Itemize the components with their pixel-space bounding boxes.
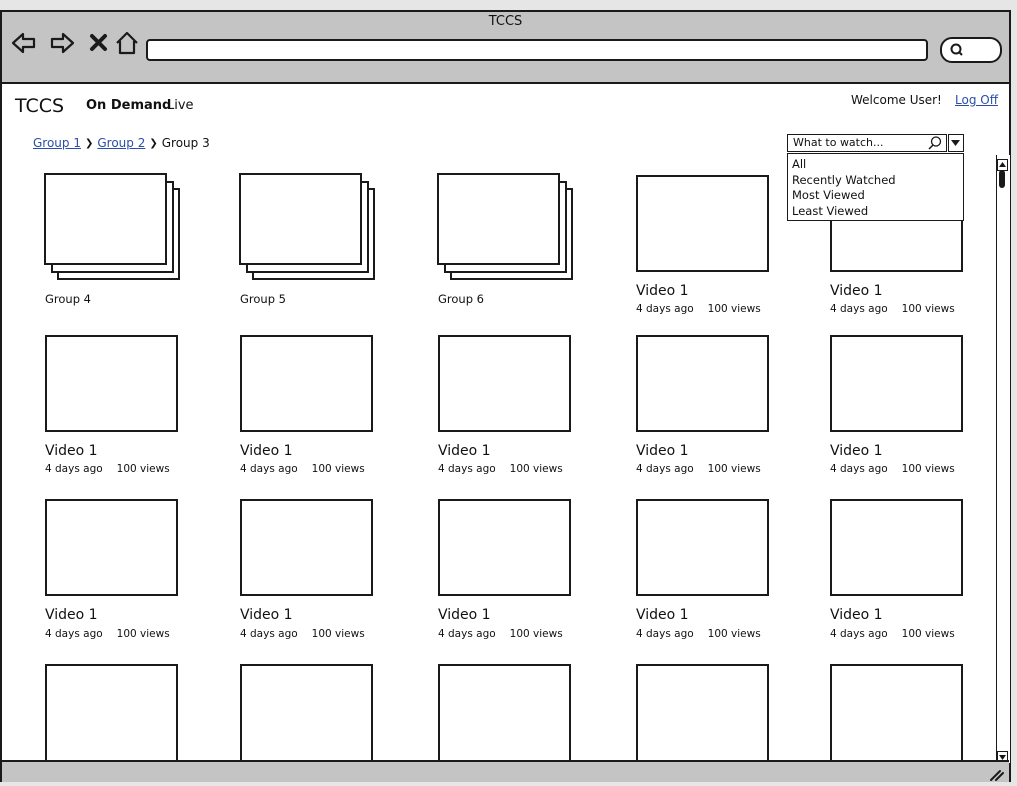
video-meta: 4 days ago 100 views <box>636 303 761 315</box>
back-icon[interactable] <box>11 30 37 56</box>
video-title[interactable]: Video 1 <box>636 443 689 459</box>
video-meta: 4 days ago 100 views <box>830 303 955 315</box>
video-meta: 4 days ago 100 views <box>240 628 365 640</box>
video-thumbnail[interactable] <box>636 664 769 764</box>
video-thumbnail[interactable] <box>45 335 178 432</box>
video-title[interactable]: Video 1 <box>45 607 98 623</box>
search-icon <box>928 136 942 150</box>
resize-grip-icon[interactable] <box>988 766 1004 781</box>
video-thumbnail[interactable] <box>240 664 373 764</box>
search-input[interactable]: What to watch... <box>787 134 947 152</box>
video-thumbnail[interactable] <box>636 335 769 432</box>
video-thumbnail[interactable] <box>240 499 373 596</box>
breadcrumb-current: Group 3 <box>161 136 210 150</box>
chevron-right-icon: ❯ <box>149 137 158 149</box>
scroll-thumb[interactable] <box>999 170 1005 188</box>
group-tile[interactable] <box>238 170 378 282</box>
nav-live[interactable]: Live <box>167 98 194 113</box>
group-label[interactable]: Group 4 <box>45 292 91 306</box>
video-thumbnail[interactable] <box>438 664 571 764</box>
stop-icon[interactable] <box>86 30 112 56</box>
video-thumbnail[interactable] <box>438 335 571 432</box>
video-meta: 4 days ago 100 views <box>438 463 563 475</box>
group-tile[interactable] <box>436 170 576 282</box>
forward-icon[interactable] <box>49 30 75 56</box>
video-title[interactable]: Video 1 <box>830 607 883 623</box>
window-title: TCCS <box>488 14 523 29</box>
video-title[interactable]: Video 1 <box>438 607 491 623</box>
video-title[interactable]: Video 1 <box>240 607 293 623</box>
video-meta: 4 days ago 100 views <box>636 628 761 640</box>
video-thumbnail[interactable] <box>45 499 178 596</box>
group-label[interactable]: Group 5 <box>240 292 286 306</box>
video-thumbnail[interactable] <box>636 175 769 272</box>
filter-dropdown-toggle[interactable] <box>948 134 964 152</box>
video-title[interactable]: Video 1 <box>438 443 491 459</box>
video-thumbnail[interactable] <box>438 499 571 596</box>
group-label[interactable]: Group 6 <box>438 292 484 306</box>
search-placeholder: What to watch... <box>793 136 884 149</box>
log-off-link[interactable]: Log Off <box>955 93 998 107</box>
vertical-scrollbar[interactable] <box>996 155 1010 763</box>
filter-option-least-viewed[interactable]: Least Viewed <box>792 204 963 220</box>
video-thumbnail[interactable] <box>830 499 963 596</box>
video-thumbnail[interactable] <box>830 335 963 432</box>
group-tile[interactable] <box>43 170 183 282</box>
video-meta: 4 days ago 100 views <box>438 628 563 640</box>
video-meta: 4 days ago 100 views <box>636 463 761 475</box>
video-meta: 4 days ago 100 views <box>240 463 365 475</box>
breadcrumb-link-group-1[interactable]: Group 1 <box>33 136 81 150</box>
video-title[interactable]: Video 1 <box>636 283 689 299</box>
scroll-up-icon[interactable] <box>997 156 1008 171</box>
address-bar[interactable] <box>146 39 928 61</box>
video-meta: 4 days ago 100 views <box>45 463 170 475</box>
video-meta: 4 days ago 100 views <box>45 628 170 640</box>
video-title[interactable]: Video 1 <box>240 443 293 459</box>
filter-dropdown-list: All Recently Watched Most Viewed Least V… <box>787 153 964 221</box>
filter-option-most-viewed[interactable]: Most Viewed <box>792 188 963 204</box>
video-thumbnail[interactable] <box>240 335 373 432</box>
scroll-down-icon[interactable] <box>997 748 1008 763</box>
video-title[interactable]: Video 1 <box>636 607 689 623</box>
search-icon <box>950 43 963 56</box>
chevron-down-icon <box>951 140 960 146</box>
chevron-right-icon: ❯ <box>84 137 94 149</box>
browser-search-button[interactable] <box>940 37 1002 63</box>
breadcrumb-link-group-2[interactable]: Group 2 <box>97 136 145 150</box>
video-title[interactable]: Video 1 <box>830 283 883 299</box>
filter-option-all[interactable]: All <box>792 157 963 173</box>
video-thumbnail[interactable] <box>45 664 178 764</box>
video-thumbnail[interactable] <box>830 664 963 764</box>
nav-on-demand[interactable]: On Demand <box>86 98 171 113</box>
status-bar <box>2 760 1009 782</box>
video-title[interactable]: Video 1 <box>830 443 883 459</box>
video-meta: 4 days ago 100 views <box>830 463 955 475</box>
video-meta: 4 days ago 100 views <box>830 628 955 640</box>
welcome-text: Welcome User! <box>851 93 942 107</box>
video-thumbnail[interactable] <box>636 499 769 596</box>
home-icon[interactable] <box>114 30 140 56</box>
breadcrumb: Group 1 ❯ Group 2 ❯ Group 3 <box>33 136 210 150</box>
app-title: TCCS <box>15 95 65 117</box>
video-title[interactable]: Video 1 <box>45 443 98 459</box>
filter-option-recently-watched[interactable]: Recently Watched <box>792 173 963 189</box>
